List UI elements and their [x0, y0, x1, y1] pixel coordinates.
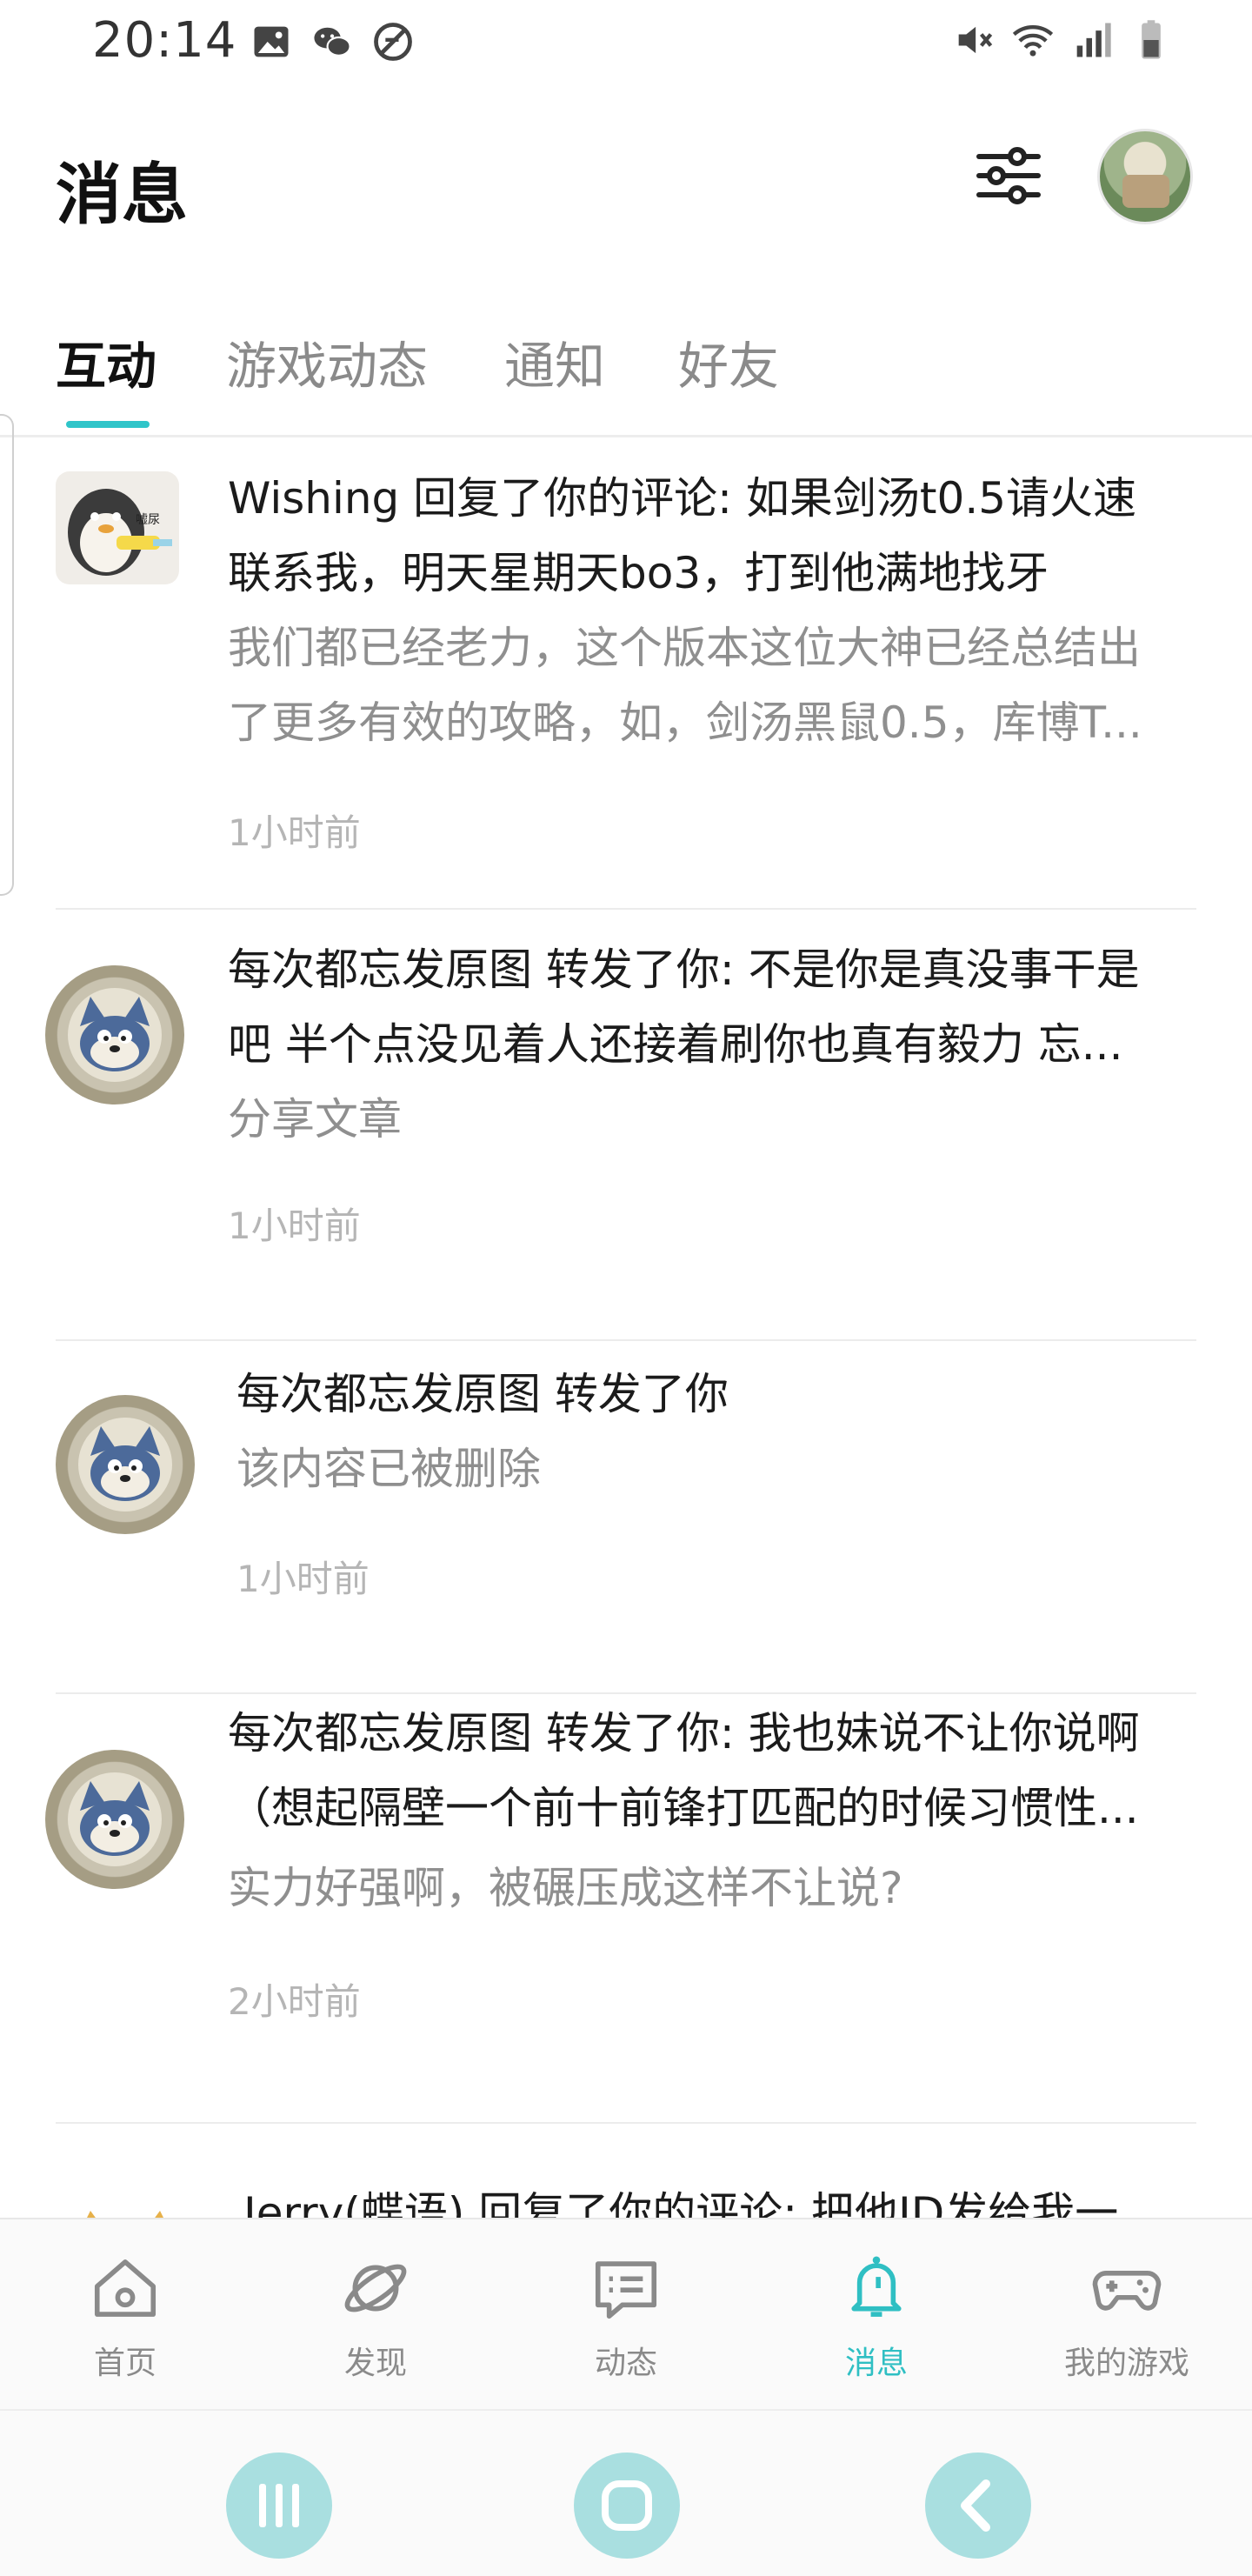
mute-icon — [958, 26, 993, 54]
wechat-icon — [314, 27, 351, 57]
message-quote: 实力好强啊，被碾压成这样不让说? — [228, 1863, 903, 1913]
bell-icon — [851, 2256, 902, 2317]
message-time: 1小时前 — [228, 811, 361, 854]
tom-cat-avatar[interactable] — [45, 965, 184, 1104]
message-text[interactable]: 每次都忘发原图 转发了你: 我也妹说不让你说啊 （想起隔壁一个前十前锋打匹配的时… — [228, 1696, 1140, 1845]
tab-game-updates[interactable]: 游戏动态 — [226, 325, 428, 398]
cat-avatar[interactable] — [56, 2193, 195, 2218]
back-icon[interactable] — [925, 2453, 1031, 2559]
image-icon — [254, 26, 289, 57]
divider — [56, 1339, 1196, 1341]
status-time: 20:14 — [92, 12, 237, 69]
status-bar: 20:14 — [0, 0, 1252, 83]
message-text[interactable]: 每次都忘发原图 转发了你 — [236, 1357, 729, 1431]
feed-icon — [595, 2261, 657, 2319]
sliders-icon[interactable] — [972, 139, 1045, 212]
tom-cat-avatar[interactable] — [56, 1395, 195, 1534]
active-tab-indicator — [66, 421, 150, 428]
planet-icon — [344, 2264, 407, 2312]
recent-apps-icon[interactable] — [226, 2453, 332, 2559]
message-text[interactable]: Jerry(蝶语) 回复了你的评论: 把他ID发给我一 — [243, 2176, 1118, 2218]
gamepad-icon — [1092, 2271, 1162, 2311]
tom-cat-avatar[interactable] — [45, 1750, 184, 1889]
message-time: 1小时前 — [228, 1205, 361, 1247]
divider — [56, 908, 1196, 910]
no-disturb-icon — [374, 23, 412, 61]
message-quote: 分享文章 — [228, 1094, 402, 1145]
nav-my-games[interactable]: 我的游戏 — [1040, 2251, 1214, 2383]
wifi-icon — [1012, 25, 1054, 57]
home-circle-icon[interactable] — [574, 2453, 680, 2559]
bottom-nav: 首页 发现 动态 消息 我的游戏 — [0, 2218, 1252, 2411]
nav-feed[interactable]: 动态 — [539, 2251, 713, 2383]
divider — [56, 2122, 1196, 2124]
system-nav — [0, 2409, 1252, 2576]
message-quote: 我们都已经老力，这个版本这位大神已经总结出 了更多有效的攻略，如，剑汤黑鼠0.5… — [228, 623, 1142, 748]
tab-friends[interactable]: 好友 — [678, 325, 779, 398]
tab-bar: 互动 游戏动态 通知 好友 — [0, 313, 1252, 437]
battery-icon — [1142, 20, 1161, 59]
nav-discover[interactable]: 发现 — [289, 2251, 463, 2383]
nav-home[interactable]: 首页 — [38, 2251, 212, 2383]
message-time: 2小时前 — [228, 1980, 361, 2023]
message-time: 1小时前 — [236, 1558, 370, 1600]
message-quote: 该内容已被删除 — [236, 1444, 541, 1494]
tab-interaction[interactable]: 互动 — [56, 325, 156, 398]
signal-icon — [1076, 23, 1111, 57]
message-list[interactable]: 嘘尿 Wishing 回复了你的评论: 如果剑汤t0.5请火速 联系我，明天星期… — [0, 435, 1252, 2218]
message-text[interactable]: Wishing 回复了你的评论: 如果剑汤t0.5请火速 联系我，明天星期天bo… — [228, 461, 1136, 611]
avatar-caption: 嘘尿 — [136, 513, 160, 527]
penguin-avatar[interactable]: 嘘尿 — [56, 471, 179, 584]
message-text[interactable]: 每次都忘发原图 转发了你: 不是你是真没事干是 吧 半个点没见着人还接着刷你也真… — [228, 932, 1140, 1082]
nav-messages[interactable]: 消息 — [789, 2251, 963, 2383]
tab-notifications[interactable]: 通知 — [504, 325, 605, 398]
header: 消息 — [0, 83, 1252, 266]
divider — [56, 1692, 1196, 1694]
user-avatar[interactable] — [1097, 129, 1193, 224]
page-title: 消息 — [56, 156, 188, 233]
home-icon — [94, 2259, 156, 2317]
